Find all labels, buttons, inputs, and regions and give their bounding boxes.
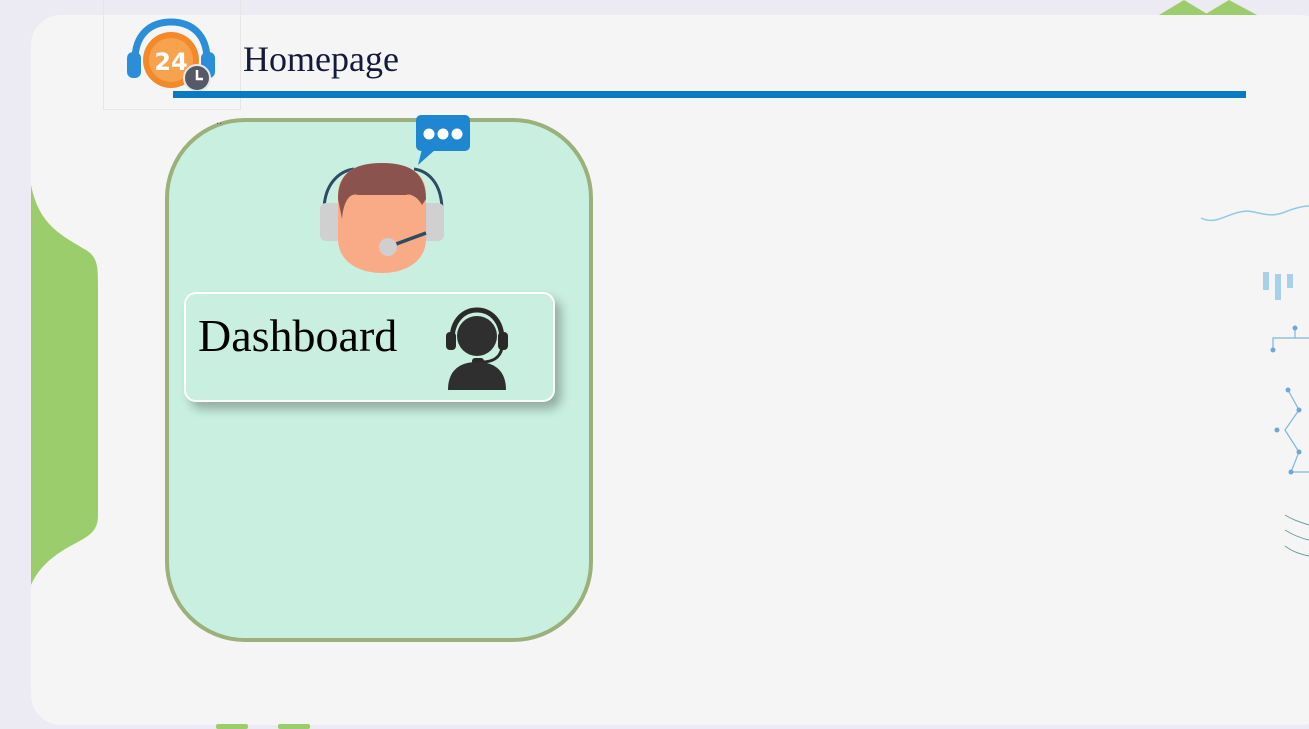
title-underline [173, 91, 1246, 98]
headset-user-icon [446, 307, 508, 390]
top-decoration [1159, 0, 1257, 15]
dashboard-button[interactable]: Dashboard [184, 292, 555, 402]
support-agent-avatar-icon [320, 115, 470, 273]
logo-text: 24 [154, 48, 187, 76]
bottom-decoration [216, 724, 310, 729]
dashboard-label: Dashboard [198, 310, 398, 361]
decorative-dots: ·· [216, 119, 223, 130]
side-decoration [31, 185, 98, 585]
chat-bubble-icon [416, 115, 470, 165]
headset-24-hour-support-icon: 24 [127, 18, 215, 92]
page-title: Homepage [243, 39, 399, 79]
background-decoration [1200, 205, 1309, 557]
